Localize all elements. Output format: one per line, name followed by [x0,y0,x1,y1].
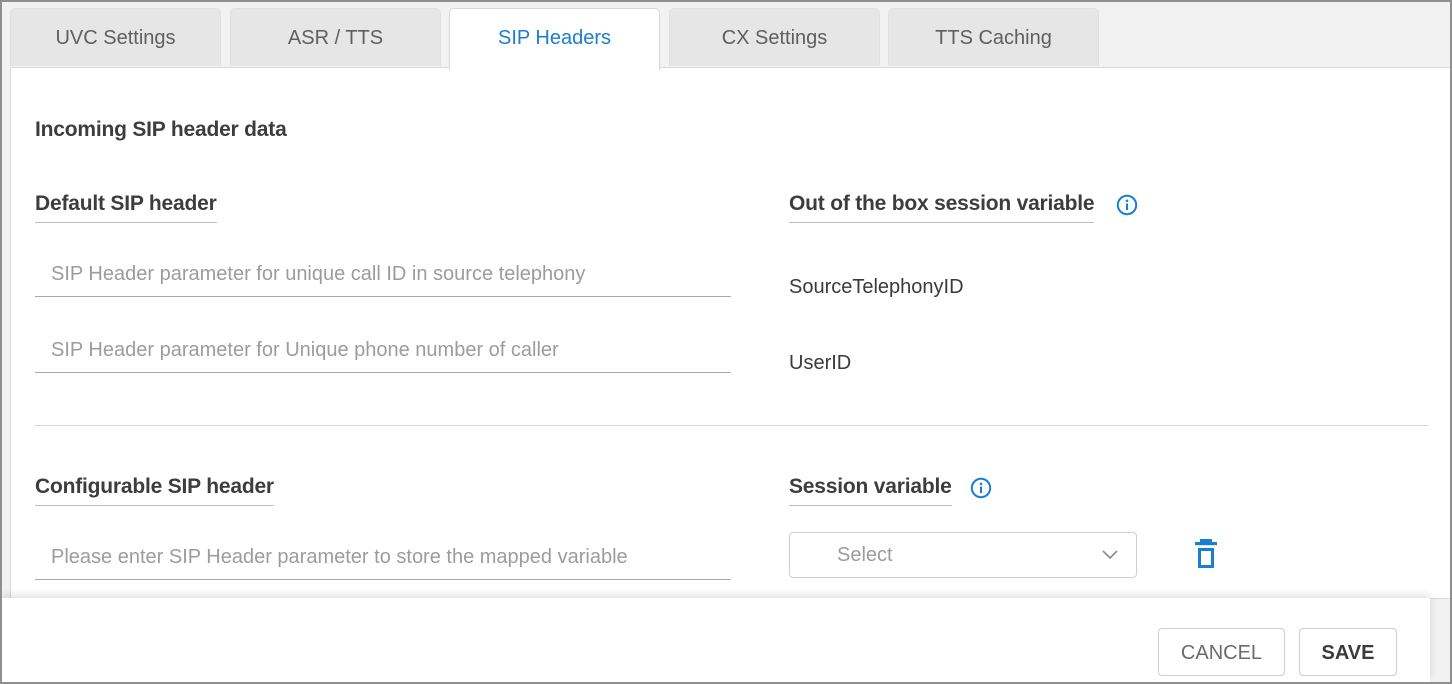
footer-bar: CANCEL SAVE [2,598,1430,682]
info-circle-icon[interactable] [970,477,992,499]
session-variable-select[interactable]: Select [789,532,1137,578]
tab-uvc-settings[interactable]: UVC Settings [10,8,221,66]
tab-tts-caching[interactable]: TTS Caching [888,8,1099,66]
window-frame: UVC Settings ASR / TTS SIP Headers CX Se… [0,0,1452,684]
source-telephony-id-variable: SourceTelephonyID [789,276,964,298]
user-id-variable: UserID [789,352,852,374]
tab-asr-tts[interactable]: ASR / TTS [230,8,441,66]
caller-phone-header-input[interactable] [35,329,731,373]
info-circle-icon[interactable] [1116,194,1138,216]
cancel-button[interactable]: CANCEL [1158,628,1285,676]
session-variable-heading: Session variable [789,475,952,506]
tab-cx-settings[interactable]: CX Settings [669,8,880,66]
section-divider [35,425,1428,426]
unique-call-id-header-input[interactable] [35,253,731,297]
configurable-sip-header-heading: Configurable SIP header [35,475,274,506]
default-sip-header-heading: Default SIP header [35,192,217,223]
select-placeholder: Select [837,544,893,566]
out-of-box-variable-heading: Out of the box session variable [789,192,1095,223]
tab-sip-headers[interactable]: SIP Headers [449,8,660,70]
chevron-down-icon [1102,550,1118,560]
sip-headers-panel: Incoming SIP header data Default SIP hea… [10,67,1450,599]
save-button[interactable]: SAVE [1299,628,1397,676]
trash-icon[interactable] [1194,538,1218,570]
section-title: Incoming SIP header data [35,118,287,141]
sip-header-parameter-input[interactable] [35,536,731,580]
